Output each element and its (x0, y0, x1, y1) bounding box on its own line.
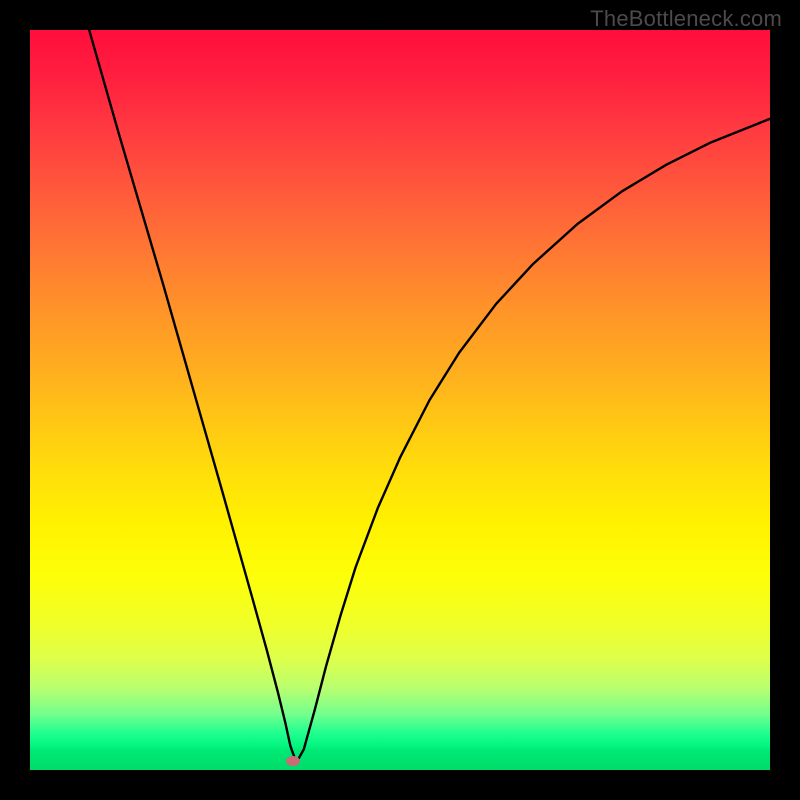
bottleneck-curve (30, 30, 770, 770)
plot-area (30, 30, 770, 770)
optimal-point-marker (286, 756, 300, 766)
watermark-text: TheBottleneck.com (590, 6, 782, 32)
chart-frame: TheBottleneck.com (0, 0, 800, 800)
